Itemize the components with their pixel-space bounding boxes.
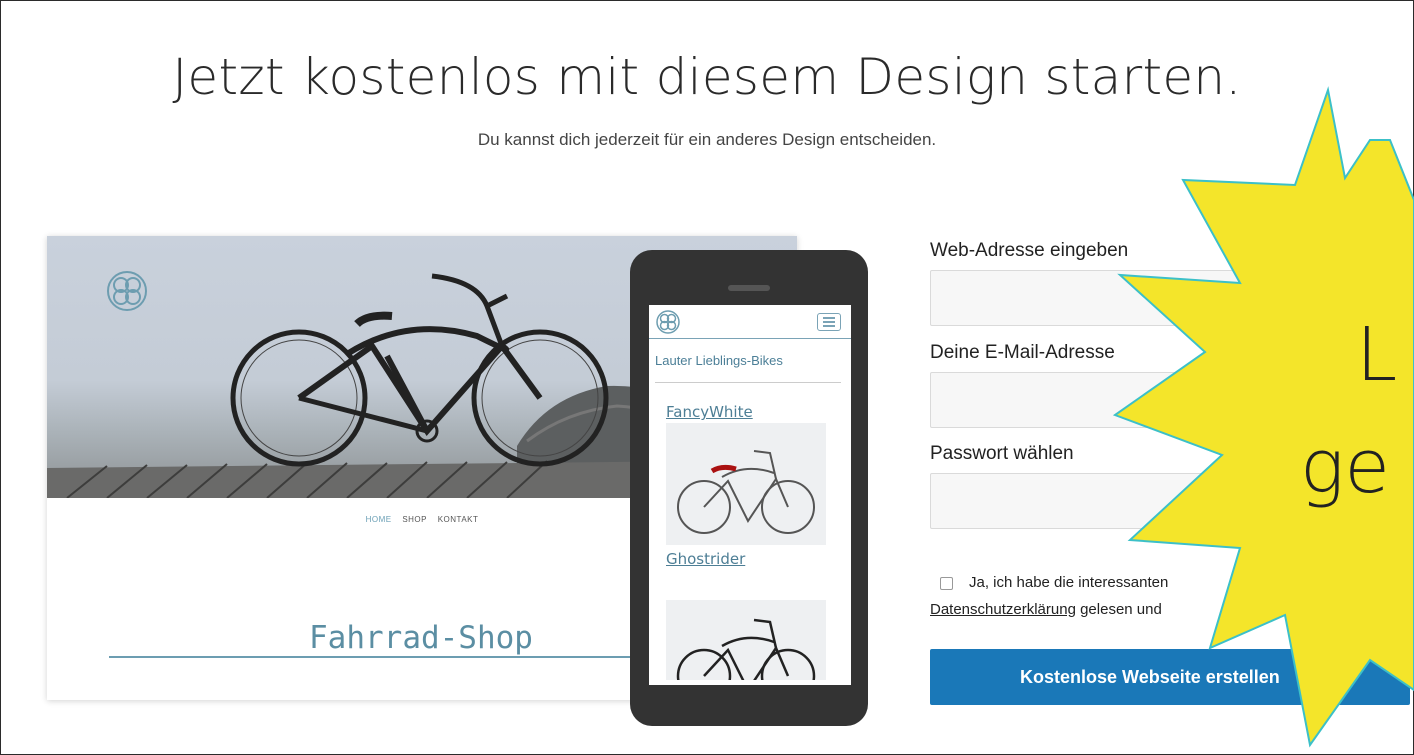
starburst-text-line2: ge	[1300, 424, 1390, 510]
product-image-ghostrider	[666, 600, 826, 680]
nav-home: HOME	[365, 515, 392, 524]
consent-text-2: Datenschutzerklärung gelesen und	[930, 601, 1162, 618]
password-label: Passwort wählen	[930, 443, 1074, 464]
web-address-label: Web-Adresse eingeben	[930, 240, 1129, 261]
phone-screen: Lauter Lieblings-Bikes FancyWhite Ghostr…	[649, 305, 851, 685]
starburst-text-line1: L	[1356, 312, 1398, 398]
nav-kontakt: KONTAKT	[437, 515, 479, 524]
product-link-ghostrider: Ghostrider	[666, 550, 746, 568]
hamburger-menu-icon	[817, 313, 841, 331]
phone-speaker	[728, 285, 770, 291]
email-label: Deine E-Mail-Adresse	[930, 342, 1115, 363]
create-website-button[interactable]: Kostenlose Webseite erstellen	[930, 649, 1410, 705]
privacy-policy-link[interactable]: Datenschutzerklärung	[930, 601, 1076, 618]
divider	[655, 382, 841, 383]
email-input[interactable]	[930, 372, 1400, 428]
logo-icon	[656, 310, 680, 334]
divider	[109, 656, 669, 658]
web-address-input[interactable]	[930, 270, 1400, 326]
product-link-fancywhite: FancyWhite	[666, 403, 753, 421]
divider	[649, 338, 851, 339]
page-subtitle: Du kannst dich jederzeit für ein anderes…	[477, 130, 937, 149]
consent-text-rest: gelesen und	[1075, 601, 1162, 618]
page-title: Jetzt kostenlos mit diesem Design starte…	[172, 48, 1242, 106]
consent-text: Ja, ich habe die interessanten	[969, 574, 1169, 591]
privacy-checkbox[interactable]	[940, 577, 953, 590]
nav-shop: SHOP	[402, 515, 427, 524]
mobile-tagline: Lauter Lieblings-Bikes	[655, 353, 783, 368]
mobile-design-preview: Lauter Lieblings-Bikes FancyWhite Ghostr…	[630, 250, 868, 726]
product-image-fancywhite	[666, 423, 826, 545]
